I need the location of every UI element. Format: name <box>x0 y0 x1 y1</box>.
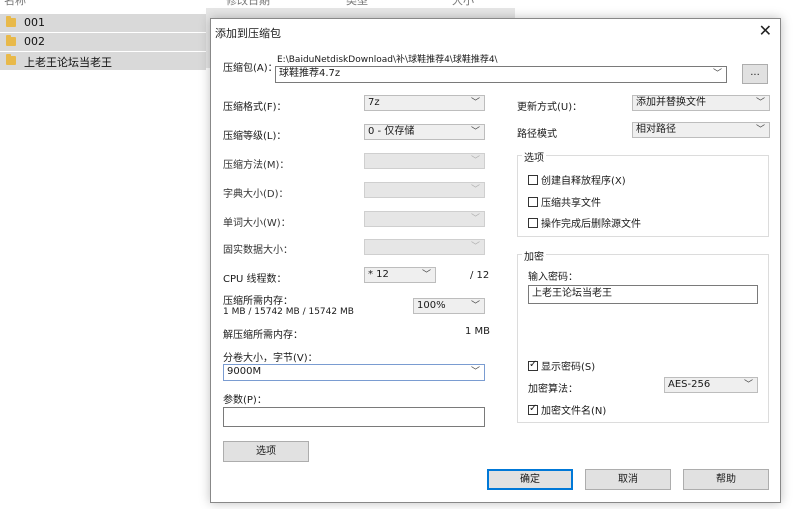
chevron-down-icon: ﹀ <box>470 156 480 166</box>
sfx-label: 创建自释放程序(X) <box>541 176 626 187</box>
path-mode-label: 路径模式 <box>517 129 557 140</box>
list-item[interactable]: 002 <box>0 33 206 51</box>
show-password-label: 显示密码(S) <box>541 362 596 373</box>
cancel-button[interactable]: 取消 <box>585 469 671 490</box>
chevron-down-icon: ﹀ <box>470 301 480 311</box>
update-mode-label: 更新方式(U)： <box>517 102 583 113</box>
password-label: 输入密码： <box>528 272 578 283</box>
options-group-title: 选项 <box>522 149 546 164</box>
decompress-memory-label: 解压缩所需内存： <box>223 330 303 341</box>
column-name[interactable]: 名称 <box>4 0 26 8</box>
method-label: 压缩方法(M)： <box>223 160 290 171</box>
shared-files-label: 压缩共享文件 <box>541 198 601 209</box>
dictionary-select[interactable]: ﹀ <box>364 182 485 198</box>
options-group: 选项 创建自释放程序(X) 压缩共享文件 操作完成后删除源文件 <box>517 149 769 237</box>
list-item[interactable]: 001 <box>0 14 206 32</box>
column-type[interactable]: 类型 <box>346 0 368 8</box>
memory-value: 1 MB / 15742 MB / 15742 MB <box>223 307 354 317</box>
column-date[interactable]: 修改日期 <box>226 0 270 8</box>
sfx-checkbox[interactable]: 创建自释放程序(X) <box>528 172 626 187</box>
password-input[interactable]: 上老王论坛当老王 <box>528 285 758 304</box>
format-label: 压缩格式(F)： <box>223 102 287 113</box>
chevron-down-icon: ﹀ <box>470 185 480 195</box>
add-to-archive-dialog: 添加到压缩包 ✕ 压缩包(A)： E:\BaiduNetdiskDownload… <box>210 18 781 503</box>
help-button[interactable]: 帮助 <box>683 469 769 490</box>
folder-icon <box>6 54 16 65</box>
file-list-header: 名称 修改日期 类型 大小 <box>0 0 515 8</box>
dialog-title: 添加到压缩包 <box>215 27 281 40</box>
level-select[interactable]: 0 - 仅存储 ﹀ <box>364 124 485 140</box>
chevron-down-icon: ﹀ <box>755 98 765 108</box>
checkbox-box <box>528 174 538 185</box>
memory-label: 压缩所需内存： <box>223 296 293 307</box>
chevron-down-icon: ﹀ <box>712 69 722 79</box>
checkbox-box <box>528 403 538 415</box>
solid-size-select[interactable]: ﹀ <box>364 239 485 255</box>
word-size-label: 单词大小(W)： <box>223 218 291 229</box>
file-name: 002 <box>24 35 45 48</box>
chevron-down-icon: ﹀ <box>470 242 480 252</box>
cpu-threads-max: / 12 <box>470 270 490 281</box>
memory-percent-select[interactable]: 100% ﹀ <box>413 298 485 314</box>
split-size-combo[interactable]: 9000M ﹀ <box>223 364 485 381</box>
folder-icon <box>6 16 16 27</box>
level-label: 压缩等级(L)： <box>223 131 287 142</box>
dialog-titlebar: 添加到压缩包 ✕ <box>211 19 780 45</box>
close-icon[interactable]: ✕ <box>759 22 772 40</box>
update-mode-select[interactable]: 添加并替换文件 ﹀ <box>632 95 770 111</box>
chevron-down-icon: ﹀ <box>743 380 753 390</box>
delete-after-checkbox[interactable]: 操作完成后删除源文件 <box>528 215 641 230</box>
archive-label: 压缩包(A)： <box>223 63 278 74</box>
encrypt-names-checkbox[interactable]: 加密文件名(N) <box>528 402 606 417</box>
path-mode-select[interactable]: 相对路径 ﹀ <box>632 122 770 138</box>
decompress-memory-value: 1 MB <box>465 326 491 337</box>
checkbox-box <box>528 359 538 371</box>
chevron-down-icon: ﹀ <box>470 367 480 377</box>
archive-name-combo[interactable]: 球鞋推荐4.7z ﹀ <box>275 66 727 83</box>
list-item[interactable]: 上老王论坛当老王 <box>0 52 206 70</box>
chevron-down-icon: ﹀ <box>755 125 765 135</box>
column-size[interactable]: 大小 <box>452 0 474 8</box>
archive-name-value: 球鞋推荐4.7z <box>279 68 341 79</box>
encryption-method-select[interactable]: AES-256 ﹀ <box>664 377 758 393</box>
ok-button[interactable]: 确定 <box>487 469 573 490</box>
delete-after-label: 操作完成后删除源文件 <box>541 219 641 230</box>
cpu-threads-select[interactable]: * 12 ﹀ <box>364 267 436 283</box>
solid-size-label: 固实数据大小： <box>223 245 293 256</box>
encryption-group-title: 加密 <box>522 248 546 263</box>
chevron-down-icon: ﹀ <box>470 214 480 224</box>
cpu-threads-value: * 12 <box>368 269 389 280</box>
memory-percent-value: 100% <box>417 300 446 311</box>
chevron-down-icon: ﹀ <box>470 98 480 108</box>
chevron-down-icon: ﹀ <box>470 127 480 137</box>
params-input[interactable] <box>223 407 485 427</box>
checkbox-box <box>528 196 538 207</box>
update-mode-value: 添加并替换文件 <box>636 97 706 108</box>
format-select[interactable]: 7z ﹀ <box>364 95 485 111</box>
encryption-method-label: 加密算法： <box>528 384 578 395</box>
file-name: 001 <box>24 16 45 29</box>
browse-button[interactable]: ... <box>742 64 768 84</box>
folder-icon <box>6 35 16 46</box>
method-select[interactable]: ﹀ <box>364 153 485 169</box>
show-password-checkbox[interactable]: 显示密码(S) <box>528 358 595 373</box>
dictionary-label: 字典大小(D)： <box>223 189 289 200</box>
params-label: 参数(P)： <box>223 395 267 406</box>
level-value: 0 - 仅存储 <box>368 126 415 137</box>
file-name: 上老王论坛当老王 <box>24 56 112 69</box>
shared-files-checkbox[interactable]: 压缩共享文件 <box>528 194 601 209</box>
format-value: 7z <box>368 97 380 108</box>
encrypt-names-label: 加密文件名(N) <box>541 406 607 417</box>
chevron-down-icon: ﹀ <box>421 270 431 280</box>
cpu-threads-label: CPU 线程数： <box>223 274 287 285</box>
split-size-label: 分卷大小，字节(V)： <box>223 353 318 364</box>
word-size-select[interactable]: ﹀ <box>364 211 485 227</box>
encryption-group: 加密 输入密码： 上老王论坛当老王 显示密码(S) 加密算法： AES-256 … <box>517 248 769 423</box>
encryption-method-value: AES-256 <box>668 379 711 390</box>
archive-path: E:\BaiduNetdiskDownload\补\球鞋推荐4\球鞋推荐4\ <box>277 55 498 65</box>
path-mode-value: 相对路径 <box>636 124 676 135</box>
options-button[interactable]: 选项 <box>223 441 309 462</box>
split-size-value: 9000M <box>227 366 262 377</box>
checkbox-box <box>528 217 538 228</box>
